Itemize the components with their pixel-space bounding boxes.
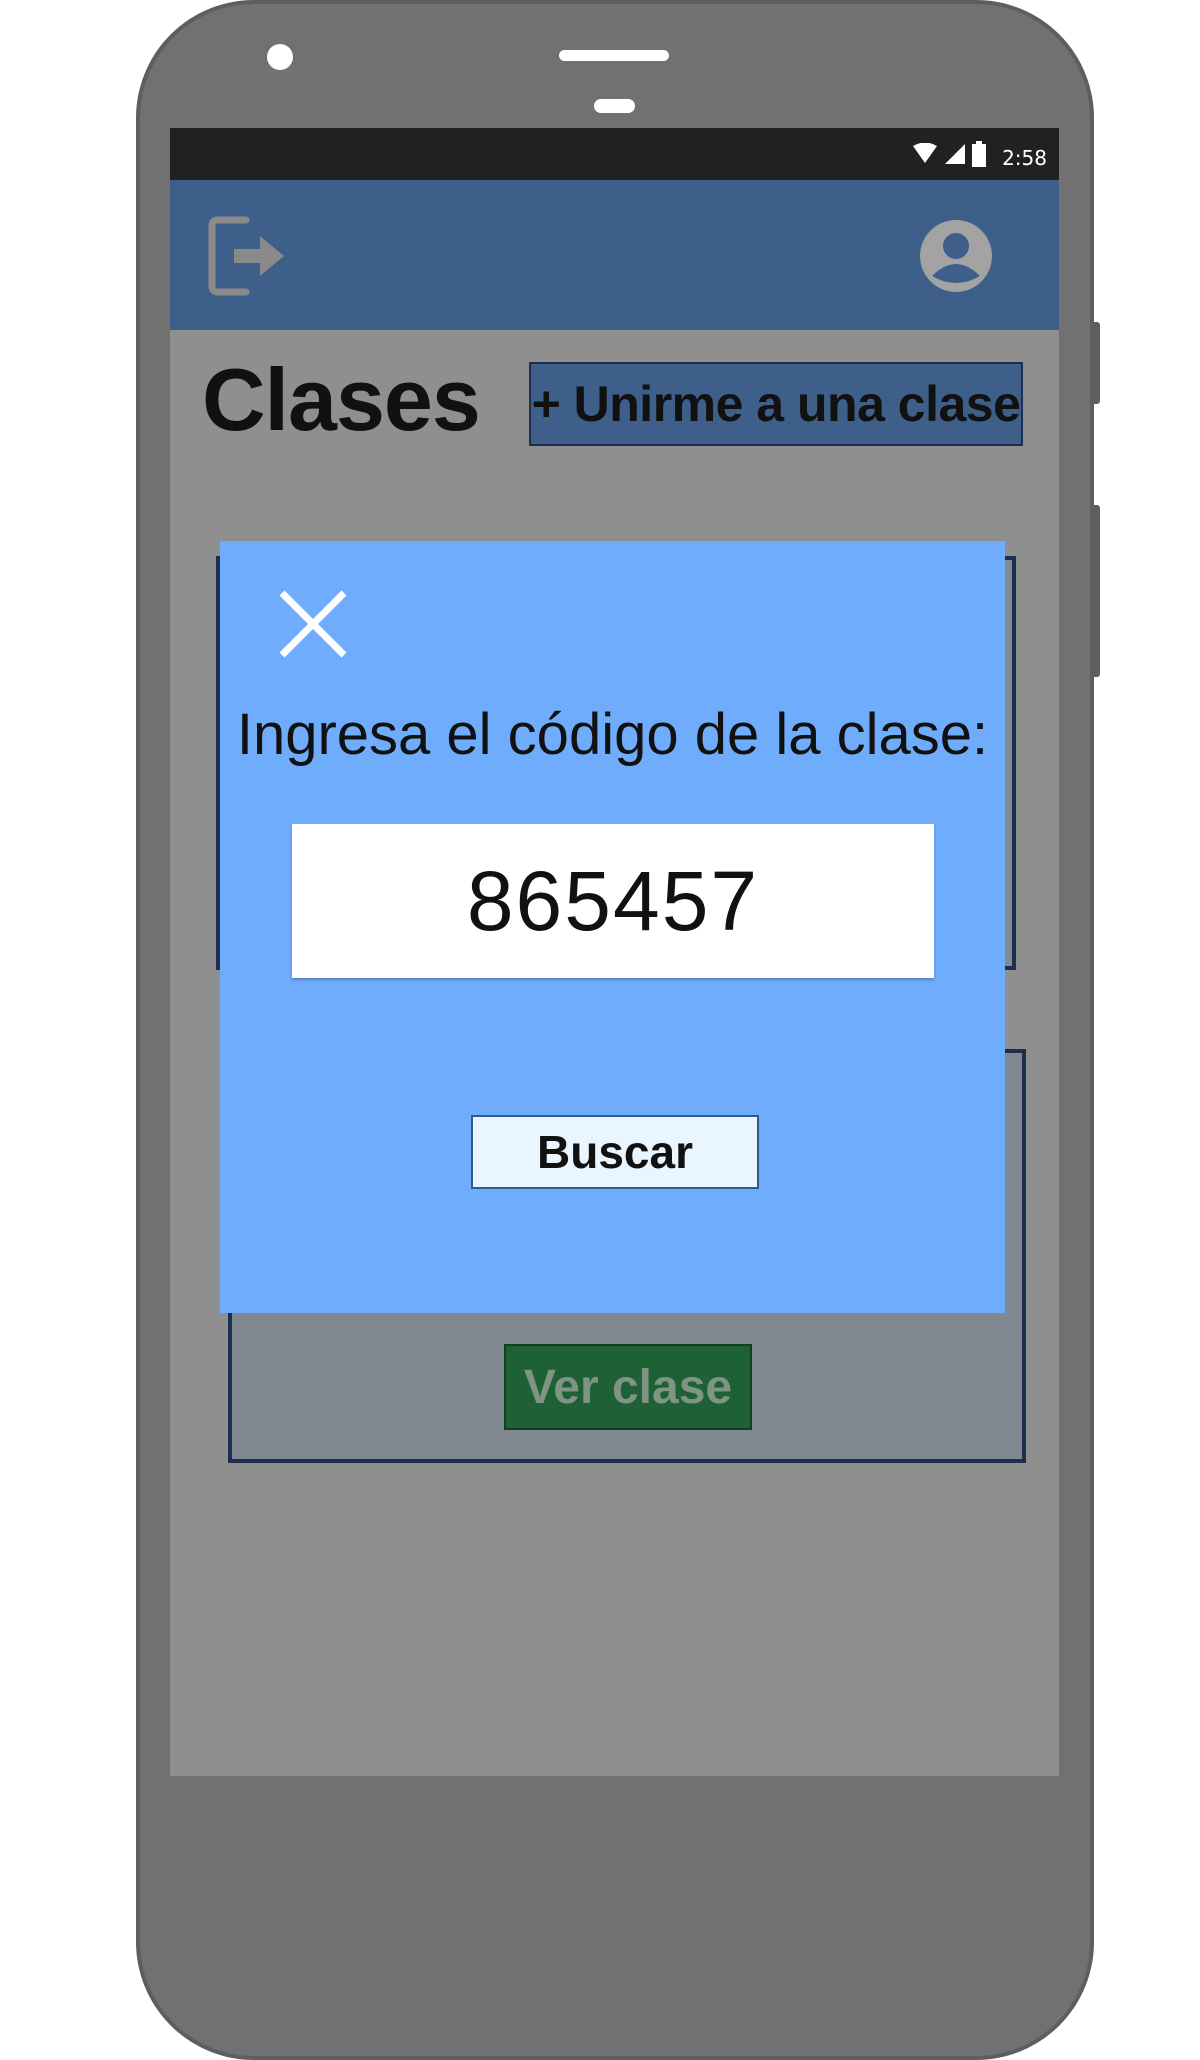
join-class-button[interactable]: + Unirme a una clase xyxy=(529,362,1023,446)
account-circle-icon[interactable] xyxy=(918,218,994,294)
close-icon[interactable] xyxy=(278,589,348,659)
app-bar xyxy=(170,180,1059,330)
battery-icon xyxy=(972,141,987,167)
phone-side-button xyxy=(1092,322,1100,404)
phone-camera xyxy=(267,44,293,70)
phone-speaker xyxy=(559,50,669,61)
view-class-button[interactable]: Ver clase xyxy=(504,1344,752,1430)
page-title: Clases xyxy=(202,350,481,449)
signal-icon xyxy=(945,144,966,164)
logout-icon[interactable] xyxy=(208,216,288,296)
screen: 2:58 Clases + Unirme a una clase Ver cla… xyxy=(170,128,1059,1776)
phone-side-button xyxy=(1092,505,1100,677)
search-button[interactable]: Buscar xyxy=(471,1115,759,1189)
phone-sensor xyxy=(594,99,635,113)
status-icons: 2:58 xyxy=(912,134,1047,174)
wifi-icon xyxy=(913,143,938,163)
status-bar: 2:58 xyxy=(170,128,1059,180)
join-class-dialog: Ingresa el código de la clase: Buscar xyxy=(220,541,1005,1313)
dialog-prompt: Ingresa el código de la clase: xyxy=(236,702,989,767)
phone-chin xyxy=(140,1776,1090,1926)
status-time: 2:58 xyxy=(1002,146,1047,170)
class-code-input[interactable] xyxy=(292,824,934,978)
